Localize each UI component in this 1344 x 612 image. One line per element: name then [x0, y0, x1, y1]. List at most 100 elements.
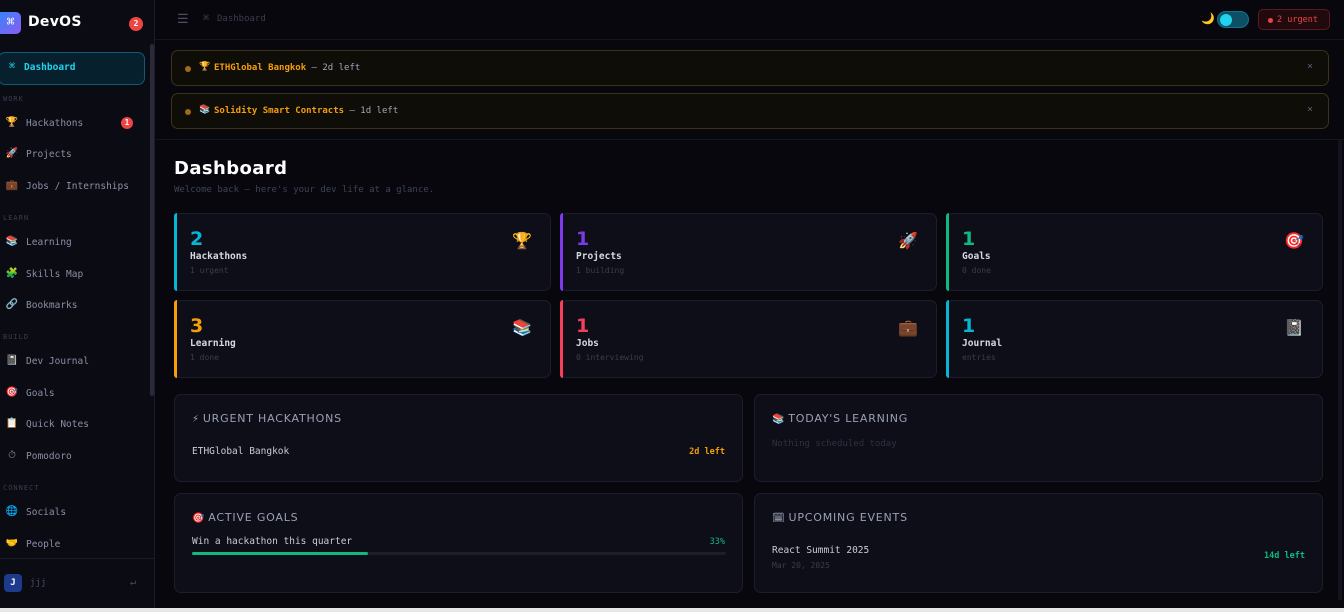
sidebar-item-label: Dashboard	[24, 62, 76, 73]
panel-title-text: ACTIVE GOALS	[208, 511, 299, 524]
close-icon[interactable]: ×	[1307, 104, 1313, 115]
app-name: DevOS	[28, 14, 82, 30]
trophy-icon: 🏆	[512, 231, 532, 250]
hackathons-badge: 1	[121, 117, 133, 129]
stat-card-jobs[interactable]: 1 Jobs 0 interviewing 💼	[560, 300, 937, 378]
trophy-icon: 🏆	[199, 62, 211, 72]
hackathon-name[interactable]: ETHGlobal Bangkok	[192, 446, 289, 457]
stat-label: Jobs	[576, 338, 599, 349]
books-icon: 📚	[772, 414, 786, 425]
books-icon: 📚	[512, 318, 532, 337]
alert-title[interactable]: ETHGlobal Bangkok	[214, 63, 306, 73]
stat-card-learning[interactable]: 3 Learning 1 done 📚	[174, 300, 551, 378]
urgent-label: 2 urgent	[1277, 15, 1318, 25]
stat-value: 3	[190, 315, 204, 337]
sidebar-item-bookmarks[interactable]: 🔗 Bookmarks	[0, 297, 150, 317]
alert-banner: 📚 Solidity Smart Contracts — 1d left ×	[171, 93, 1329, 129]
link-icon: 🔗	[5, 299, 19, 310]
close-icon[interactable]: ×	[1307, 61, 1313, 72]
stat-value: 1	[576, 315, 590, 337]
command-icon: ⌘	[8, 61, 16, 72]
sidebar-item-jobs[interactable]: 💼 Jobs / Internships	[0, 178, 150, 198]
stat-card-journal[interactable]: 1 Journal entries 📓	[946, 300, 1323, 378]
goal-percent: 33%	[709, 537, 725, 547]
command-icon: ⌘	[203, 13, 210, 24]
card-accent-bar	[560, 300, 563, 378]
menu-icon[interactable]: ☰	[177, 12, 189, 27]
sidebar-item-label: Quick Notes	[26, 419, 89, 430]
stat-card-hackathons[interactable]: 2 Hackathons 1 urgent 🏆	[174, 213, 551, 291]
sidebar-item-learning[interactable]: 📚 Learning	[0, 234, 150, 254]
time-left: 2d left	[689, 447, 725, 457]
stat-label: Learning	[190, 338, 236, 349]
sidebar-item-pomodoro[interactable]: ⏱ Pomodoro	[0, 448, 150, 468]
stat-sub: 1 building	[576, 266, 625, 275]
panel-title: ⚡ URGENT HACKATHONS	[192, 412, 342, 425]
alert-dot-icon	[185, 109, 191, 115]
panel-title: 🗓 UPCOMING EVENTS	[772, 511, 908, 524]
stat-label: Projects	[576, 251, 622, 262]
sidebar-item-label: Goals	[26, 388, 55, 399]
command-logo-icon: ⌘	[0, 12, 21, 34]
stat-card-projects[interactable]: 1 Projects 1 building 🚀	[560, 213, 937, 291]
goal-name[interactable]: Win a hackathon this quarter	[192, 536, 352, 547]
theme-toggle[interactable]	[1217, 11, 1249, 28]
sidebar-item-dashboard-content[interactable]: ⌘ Dashboard	[0, 59, 150, 79]
briefcase-icon: 💼	[5, 180, 19, 191]
alert-dot-icon	[185, 66, 191, 72]
main-scrollbar[interactable]	[1338, 140, 1342, 600]
panel-title-text: URGENT HACKATHONS	[202, 412, 342, 425]
card-accent-bar	[174, 213, 177, 291]
page-subtitle: Welcome back — here's your dev life at a…	[174, 185, 435, 195]
panel-title-text: UPCOMING EVENTS	[788, 511, 908, 524]
sidebar-item-skills-map[interactable]: 🧩 Skills Map	[0, 266, 150, 286]
target-icon: 🎯	[192, 513, 206, 524]
card-accent-bar	[560, 213, 563, 291]
stat-card-goals[interactable]: 1 Goals 0 done 🎯	[946, 213, 1323, 291]
card-accent-bar	[174, 300, 177, 378]
section-build: BUILD	[3, 333, 30, 341]
alert-time-left: — 2d left	[306, 63, 361, 73]
sidebar-item-label: Learning	[26, 237, 72, 248]
stat-label: Goals	[962, 251, 991, 262]
alert-title[interactable]: Solidity Smart Contracts	[214, 106, 344, 116]
brand[interactable]: ⌘ DevOS 2	[0, 11, 155, 37]
sidebar-item-socials[interactable]: 🌐 Socials	[0, 504, 150, 524]
sidebar-item-people[interactable]: 🤝 People	[0, 536, 150, 556]
section-connect: CONNECT	[3, 484, 40, 492]
handshake-icon: 🤝	[5, 538, 19, 549]
notification-badge[interactable]: 2	[129, 17, 143, 31]
sidebar-scrollbar[interactable]	[150, 44, 154, 396]
sidebar-item-label: Skills Map	[26, 269, 84, 280]
window-bottom-edge	[0, 608, 1344, 612]
sidebar-item-goals[interactable]: 🎯 Goals	[0, 385, 150, 405]
target-icon: 🎯	[5, 387, 19, 398]
urgent-dot-icon	[1268, 18, 1273, 23]
panel-title: 📚 TODAY'S LEARNING	[772, 412, 908, 425]
urgent-badge[interactable]: 2 urgent	[1258, 9, 1330, 30]
rocket-icon: 🚀	[5, 148, 19, 159]
sidebar-item-hackathons[interactable]: 🏆 Hackathons 1	[0, 115, 150, 135]
panel-urgent-hackathons: ⚡ URGENT HACKATHONS ETHGlobal Bangkok 2d …	[174, 394, 743, 482]
event-name[interactable]: React Summit 2025	[772, 545, 869, 556]
sidebar-item-quick-notes[interactable]: 📋 Quick Notes	[0, 416, 150, 436]
puzzle-icon: 🧩	[5, 268, 19, 279]
goal-progress-bar	[192, 552, 726, 555]
card-accent-bar	[946, 300, 949, 378]
alert-time-left: — 1d left	[344, 106, 399, 116]
sidebar-item-dev-journal[interactable]: 📓 Dev Journal	[0, 353, 150, 373]
alert-text: ETHGlobal Bangkok — 2d left	[214, 63, 360, 73]
sidebar: ⌘ DevOS 2 ⌘ Dashboard WORK 🏆 Hackathons …	[0, 0, 155, 608]
panel-title: 🎯 ACTIVE GOALS	[192, 511, 298, 524]
sidebar-item-projects[interactable]: 🚀 Projects	[0, 146, 150, 166]
empty-state: Nothing scheduled today	[772, 439, 897, 449]
avatar[interactable]: J	[4, 574, 22, 592]
lightning-icon: ⚡	[192, 414, 200, 425]
stat-sub: 1 done	[190, 353, 219, 362]
logout-icon[interactable]: ↵	[130, 577, 136, 588]
user-name: jjj	[30, 578, 47, 588]
panel-upcoming-events: 🗓 UPCOMING EVENTS React Summit 2025 Mar 2…	[754, 493, 1323, 593]
stat-sub: entries	[962, 353, 996, 362]
sidebar-item-label: People	[26, 539, 61, 550]
sidebar-item-label: Projects	[26, 149, 72, 160]
